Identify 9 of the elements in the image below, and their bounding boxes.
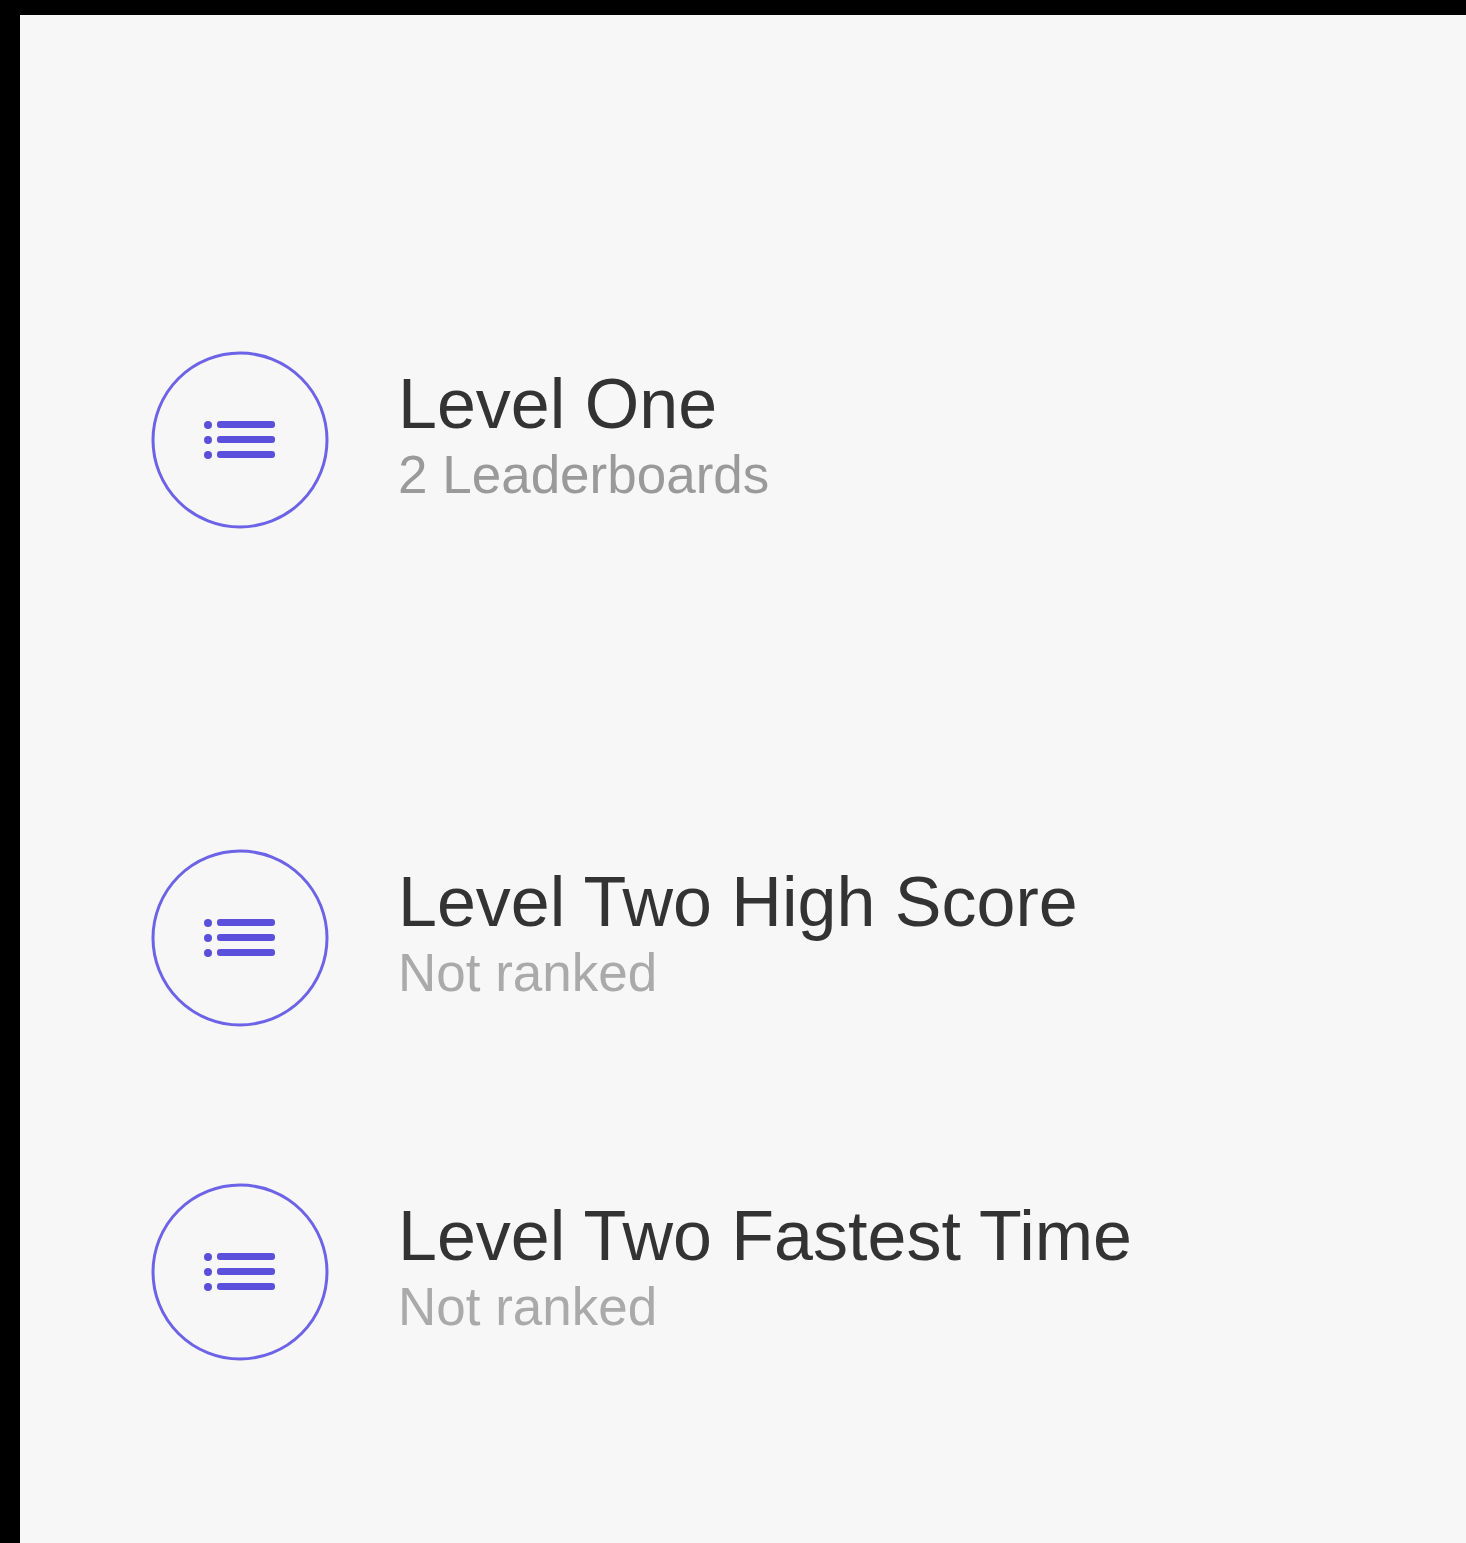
group-title[interactable]: Level One — [398, 364, 770, 445]
list-icon — [150, 1182, 330, 1362]
rank-status: Not ranked — [398, 1276, 659, 1338]
leaderboard-title[interactable]: Level Two Fastest Time — [398, 1196, 1132, 1277]
list-icon — [150, 848, 330, 1028]
leaderboard-title[interactable]: Level Two High Score — [398, 862, 1078, 943]
list-icon — [150, 350, 330, 530]
leaderboard-count: 2 Leaderboards — [398, 444, 770, 506]
rank-status: Not ranked — [398, 942, 659, 1004]
